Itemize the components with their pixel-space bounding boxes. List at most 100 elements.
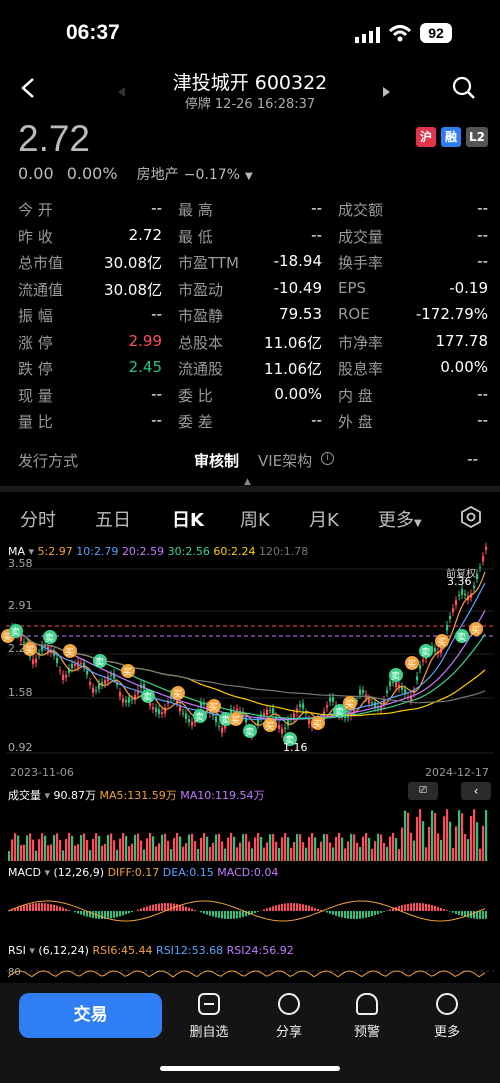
volume-bar bbox=[254, 837, 257, 861]
macd-dea: DEA:0.15 bbox=[162, 866, 214, 879]
candle bbox=[89, 681, 92, 685]
macd-bar bbox=[221, 911, 223, 919]
search-icon[interactable] bbox=[452, 76, 476, 104]
candle bbox=[371, 702, 374, 704]
volume-bar bbox=[119, 838, 122, 861]
more-icon[interactable] bbox=[436, 993, 458, 1015]
macd-bar bbox=[119, 911, 121, 917]
volume-bar bbox=[143, 849, 146, 861]
macd-bar bbox=[149, 905, 151, 911]
vie-value: -- bbox=[467, 450, 478, 468]
share-button[interactable]: 分享 bbox=[264, 1021, 314, 1040]
volume-bar bbox=[398, 849, 401, 861]
macd-label[interactable]: MACD bbox=[8, 866, 41, 879]
volume-bar bbox=[365, 833, 368, 861]
candle bbox=[182, 712, 185, 714]
volume-bar bbox=[11, 839, 14, 861]
stats-row: 昨 收 2.72 最 低 -- 成交量 -- bbox=[18, 223, 488, 250]
tab-five-day[interactable]: 五日 bbox=[95, 506, 131, 532]
sector-name[interactable]: 房地产 bbox=[137, 167, 179, 183]
sell-signal: 卖 bbox=[95, 657, 104, 668]
volume-label[interactable]: 成交量 bbox=[8, 789, 41, 802]
rsi-label[interactable]: RSI bbox=[8, 944, 26, 957]
rsi-dropdown-icon[interactable]: ▾ bbox=[26, 944, 39, 957]
candle bbox=[332, 697, 335, 702]
buy-signal: 买 bbox=[209, 702, 218, 713]
macd-bar bbox=[275, 905, 277, 911]
macd-bar bbox=[80, 911, 82, 915]
volume-bar bbox=[212, 842, 215, 861]
volume-bar bbox=[200, 837, 203, 861]
macd-bar bbox=[65, 908, 67, 911]
collapse-icon[interactable]: ‹ bbox=[461, 782, 491, 800]
candle bbox=[20, 636, 23, 641]
macd-bar bbox=[302, 904, 304, 911]
volume-bar bbox=[44, 835, 47, 861]
volume-bar bbox=[41, 833, 44, 861]
volume-bar bbox=[428, 826, 431, 861]
tab-monthly-k[interactable]: 月K bbox=[309, 506, 339, 532]
macd-bar bbox=[293, 903, 295, 911]
buy-signal: 买 bbox=[25, 645, 34, 656]
candle bbox=[92, 687, 95, 693]
candle bbox=[416, 676, 419, 681]
candle bbox=[299, 704, 302, 707]
more-button[interactable]: 更多 bbox=[422, 1021, 472, 1040]
fullscreen-icon[interactable]: ⎚ bbox=[408, 782, 438, 800]
alert-button[interactable]: 预警 bbox=[342, 1021, 392, 1040]
tab-more[interactable]: 更多▼ bbox=[378, 506, 422, 532]
volume-bar bbox=[344, 848, 347, 861]
remove-watchlist-button[interactable]: 删自选 bbox=[184, 1021, 234, 1040]
macd-bar bbox=[176, 904, 178, 911]
dropdown-icon[interactable]: ▼ bbox=[245, 171, 253, 182]
volume-bar bbox=[77, 844, 80, 861]
volume-bar bbox=[215, 834, 218, 861]
volume-legend: 成交量 ▾ 90.87万 MA5:131.59万 MA10:119.54万 bbox=[8, 787, 264, 803]
stats-row: 量 比 -- 委 差 -- 外 盘 -- bbox=[18, 408, 488, 435]
stat-value: 2.45 bbox=[128, 358, 162, 376]
share-icon[interactable] bbox=[278, 993, 300, 1015]
volume-bar bbox=[179, 836, 182, 861]
macd-bar bbox=[479, 911, 481, 919]
remove-watchlist-icon[interactable] bbox=[198, 993, 220, 1015]
macd-bar bbox=[254, 911, 256, 914]
volume-bar bbox=[281, 837, 284, 861]
volume-bar bbox=[53, 835, 56, 861]
volume-bar bbox=[287, 837, 290, 861]
macd-bar bbox=[374, 911, 376, 916]
tab-intraday[interactable]: 分时 bbox=[20, 506, 56, 532]
candle bbox=[308, 719, 311, 725]
kline-chart[interactable]: MA ▾ 5:2.97 10:2.79 20:2.59 30:2.56 60:2… bbox=[0, 541, 500, 981]
sell-signal: 卖 bbox=[457, 632, 466, 643]
tab-weekly-k[interactable]: 周K bbox=[240, 506, 270, 532]
volume-bar bbox=[419, 809, 422, 861]
volume-bar bbox=[245, 833, 248, 861]
volume-bar bbox=[404, 810, 407, 861]
stat-value: 177.78 bbox=[435, 331, 489, 350]
candle bbox=[32, 659, 35, 665]
alert-icon[interactable] bbox=[356, 993, 378, 1015]
candle bbox=[305, 712, 308, 714]
macd-bar bbox=[413, 903, 415, 911]
macd-bar bbox=[200, 911, 202, 913]
macd-bar bbox=[158, 903, 160, 911]
volume-dropdown-icon[interactable]: ▾ bbox=[41, 789, 54, 802]
volume-bar bbox=[371, 848, 374, 861]
macd-bar bbox=[440, 907, 442, 911]
settings-icon[interactable] bbox=[460, 505, 482, 532]
trade-button[interactable]: 交易 bbox=[19, 993, 162, 1038]
macd-bar bbox=[128, 911, 130, 914]
volume-bar bbox=[269, 834, 272, 861]
tab-daily-k[interactable]: 日K bbox=[172, 506, 204, 532]
info-icon[interactable]: i bbox=[321, 452, 334, 465]
volume-bar bbox=[122, 833, 125, 861]
macd-bar bbox=[161, 903, 163, 911]
stat-value: 30.08亿 bbox=[104, 280, 162, 299]
macd-dropdown-icon[interactable]: ▾ bbox=[41, 866, 54, 879]
volume-bar bbox=[23, 844, 26, 861]
candle bbox=[452, 608, 455, 613]
volume-bar bbox=[440, 839, 443, 861]
macd-bar bbox=[467, 911, 469, 918]
stat-value: -0.19 bbox=[449, 278, 488, 297]
volume-bar bbox=[221, 841, 224, 861]
